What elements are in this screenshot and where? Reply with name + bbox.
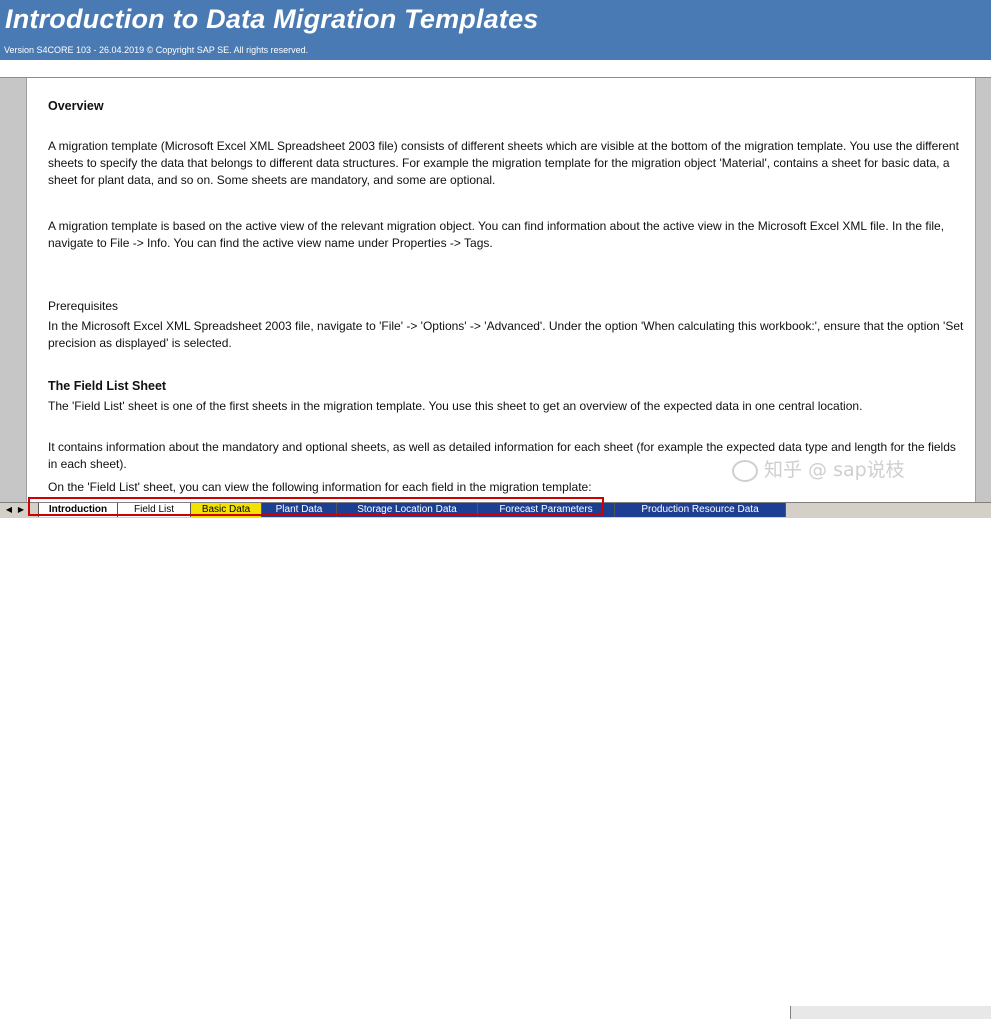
chat-bubble-icon — [732, 459, 758, 482]
overview-heading: Overview — [48, 99, 104, 113]
field-list-paragraph-1: The 'Field List' sheet is one of the fir… — [48, 399, 863, 413]
field-list-heading: The Field List Sheet — [48, 379, 167, 393]
header-banner: Introduction to Data Migration Templates… — [0, 0, 991, 60]
page-title: Introduction to Data Migration Templates — [5, 4, 539, 34]
tab-nav-prev-icon[interactable]: ◀ — [4, 504, 14, 516]
watermark: 知乎 @ sap说枝 — [732, 455, 905, 482]
watermark-text: 知乎 @ sap说枝 — [764, 459, 905, 481]
spacer-row — [0, 60, 991, 78]
version-copyright: Version S4CORE 103 - 26.04.2019 © Copyri… — [4, 45, 309, 55]
text-area[interactable]: Overview A migration template (Microsoft… — [27, 78, 975, 502]
overview-paragraph-2: A migration template is based on the act… — [48, 219, 945, 250]
prerequisites-label: Prerequisites — [48, 299, 119, 313]
left-gray-column — [0, 78, 27, 502]
tab-production-resource-data[interactable]: Production Resource Data — [614, 503, 786, 517]
highlight-box — [28, 497, 604, 516]
prerequisites-paragraph: In the Microsoft Excel XML Spreadsheet 2… — [48, 319, 964, 350]
overview-paragraph-1: A migration template (Microsoft Excel XM… — [48, 139, 959, 187]
right-gray-column — [975, 78, 991, 502]
horizontal-scrollbar[interactable] — [790, 1006, 991, 1019]
tab-nav-next-icon[interactable]: ▶ — [16, 504, 26, 516]
